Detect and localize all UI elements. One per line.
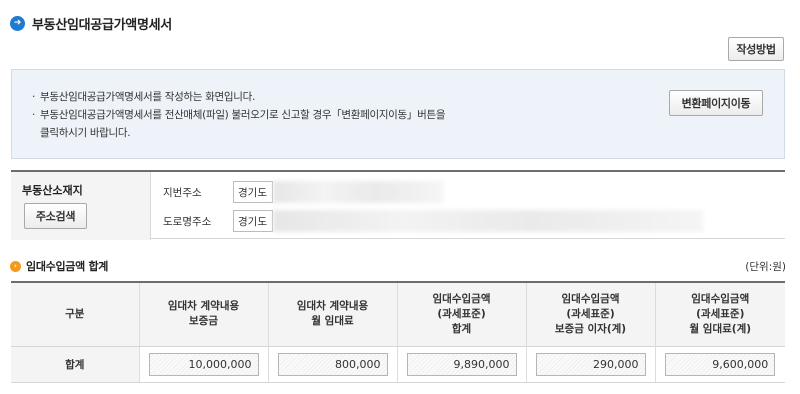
table-row: 합계 10,000,000 800,000 9,890,000 290,000 … (11, 346, 785, 383)
notice-line-continued: 클릭하시기 바랍니다. (40, 127, 131, 139)
table-header-row: 구분 임대차 계약내용보증금 임대차 계약내용월 임대료 임대수입금액 (과세표준… (11, 281, 785, 347)
header-monthly-rent: 임대차 계약내용월 임대료 (267, 281, 397, 347)
header-line: 임대차 계약내용 (296, 300, 369, 313)
notice-list: 부동산임대공급가액명세서를 작성하는 화면입니다. 부동산임대공급가액명세서를 … (32, 88, 445, 142)
header-line: 보증금 이자(계) (554, 322, 627, 335)
lot-address-row: 지번주소 경기도 (163, 181, 443, 203)
header-category: 구분 (11, 281, 139, 347)
page-header: ➜ 부동산임대공급가액명세서 (10, 12, 172, 34)
cell-income-total: 9,890,000 (396, 346, 526, 383)
header-line: 보증금 (189, 315, 218, 328)
header-line: (과세표준) (566, 307, 615, 320)
cell-deposit-interest: 290,000 (525, 346, 655, 383)
monthly-rent-value: 800,000 (277, 352, 388, 376)
how-to-write-button[interactable]: 작성방법 (728, 37, 784, 61)
header-line: 구분 (65, 307, 85, 320)
lot-address-field[interactable]: 경기도 (233, 181, 273, 203)
header-line: 임대수입금액 (561, 292, 620, 305)
lot-address-redacted (273, 181, 443, 203)
road-address-row: 도로명주소 경기도 (163, 210, 703, 232)
header-deposit: 임대차 계약내용보증금 (138, 281, 268, 347)
arrow-circle-icon: ➜ (10, 15, 25, 31)
address-label: 부동산소재지 (22, 184, 83, 197)
deposit-interest-value: 290,000 (535, 352, 646, 376)
unit-label: (단위:원) (745, 261, 786, 273)
convert-page-button[interactable]: 변환페이지이동 (669, 90, 763, 116)
page-title: 부동산임대공급가액명세서 (32, 17, 172, 33)
header-line: (과세표준) (696, 307, 745, 320)
income-total-value: 9,890,000 (406, 352, 517, 376)
road-address-label: 도로명주소 (163, 215, 212, 228)
arrow-circle-small-icon: › (10, 260, 21, 272)
header-line: 임대차 계약내용 (167, 300, 240, 313)
summary-table: 구분 임대차 계약내용보증금 임대차 계약내용월 임대료 임대수입금액 (과세표준… (11, 281, 785, 383)
header-line: 임대수입금액 (691, 292, 750, 305)
header-rent-total: 임대수입금액 (과세표준) 월 임대료(계) (654, 281, 785, 347)
header-line: 월 임대료 (311, 315, 354, 328)
header-income-total: 임대수입금액 (과세표준) 합계 (396, 281, 526, 347)
rent-total-value: 9,600,000 (665, 352, 776, 376)
header-line: 임대수입금액 (432, 292, 491, 305)
notice-line: 부동산임대공급가액명세서를 전산매체(파일) 불러오기로 신고할 경우「변환페이… (32, 106, 445, 142)
road-address-redacted (273, 210, 703, 232)
summary-title: 임대수입금액 합계 (26, 260, 109, 273)
address-section: 부동산소재지 주소검색 지번주소 경기도 도로명주소 경기도 (11, 170, 785, 240)
cell-deposit: 10,000,000 (138, 346, 268, 383)
cell-rent-total: 9,600,000 (654, 346, 785, 383)
lot-address-label: 지번주소 (163, 186, 202, 199)
cell-monthly-rent: 800,000 (267, 346, 397, 383)
header-line: 합계 (451, 322, 472, 335)
address-search-button[interactable]: 주소검색 (24, 203, 87, 229)
deposit-value: 10,000,000 (148, 352, 259, 376)
notice-line-text: 부동산임대공급가액명세서를 전산매체(파일) 불러오기로 신고할 경우「변환페이… (40, 109, 446, 121)
header-line: 월 임대료(계) (689, 322, 752, 335)
row-label: 합계 (11, 346, 139, 383)
notice-line: 부동산임대공급가액명세서를 작성하는 화면입니다. (32, 88, 445, 106)
road-address-field[interactable]: 경기도 (233, 210, 273, 232)
header-deposit-interest: 임대수입금액 (과세표준) 보증금 이자(계) (525, 281, 655, 347)
header-line: (과세표준) (437, 307, 486, 320)
summary-heading: › 임대수입금액 합계 (10, 258, 108, 274)
address-label-cell: 부동산소재지 주소검색 (11, 172, 151, 240)
